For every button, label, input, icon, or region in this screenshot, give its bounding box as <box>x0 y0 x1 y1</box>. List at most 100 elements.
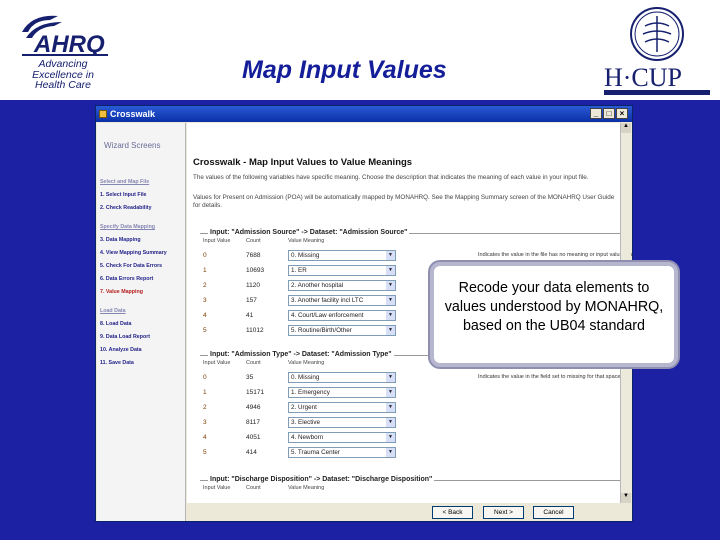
group-hint: Indicates the value in the field set to … <box>478 374 621 380</box>
value-meaning-text: 0. Missing <box>291 252 320 259</box>
callout-text: Recode your data elements to values unde… <box>444 280 664 334</box>
value-meaning-text: 3. Elective <box>291 419 321 426</box>
wizard-step[interactable]: 2. Check Readability <box>100 205 152 211</box>
column-header: Input Value <box>203 238 231 244</box>
window-title: Crosswalk <box>110 109 156 119</box>
value-meaning-text: 1. ER <box>291 267 307 274</box>
wizard-step[interactable]: 10. Analyze Data <box>100 347 142 353</box>
column-header: Value Meaning <box>288 238 325 244</box>
group-title: Input: "Admission Source" -> Dataset: "A… <box>208 229 410 236</box>
content-heading: Crosswalk - Map Input Values to Value Me… <box>193 157 413 168</box>
svg-text:H·CUP: H·CUP <box>604 63 682 92</box>
cancel-button[interactable]: Cancel <box>533 506 574 519</box>
chevron-down-icon[interactable]: ▼ <box>386 418 395 427</box>
value-count: 4051 <box>246 434 261 441</box>
value-meaning-text: 2. Urgent <box>291 404 317 411</box>
scroll-up-icon[interactable]: ▲ <box>621 123 631 133</box>
chevron-down-icon[interactable]: ▼ <box>386 251 395 260</box>
value-count: 157 <box>246 297 257 304</box>
input-value: 3 <box>203 297 207 304</box>
value-meaning-select[interactable]: 3. Elective ▼ <box>288 417 396 428</box>
input-value: 5 <box>203 327 207 334</box>
chevron-down-icon[interactable]: ▼ <box>386 373 395 382</box>
input-value: 4 <box>203 434 207 441</box>
column-header: Value Meaning <box>288 485 325 491</box>
chevron-down-icon[interactable]: ▼ <box>386 281 395 290</box>
next-button[interactable]: Next > <box>483 506 524 519</box>
column-header: Count <box>246 360 261 366</box>
input-value: 1 <box>203 389 207 396</box>
value-meaning-text: 4. Newborn <box>291 434 324 441</box>
value-meaning-select[interactable]: 1. ER ▼ <box>288 265 396 276</box>
wizard-step[interactable]: 3. Data Mapping <box>100 237 141 243</box>
close-button[interactable]: × <box>616 108 628 119</box>
value-meaning-select[interactable]: 4. Newborn ▼ <box>288 432 396 443</box>
svg-text:AHRQ: AHRQ <box>33 31 105 54</box>
value-meaning-text: 2. Another hospital <box>291 282 344 289</box>
wizard-step[interactable]: 1. Select Input File <box>100 192 147 198</box>
value-count: 1120 <box>246 282 260 289</box>
input-value: 0 <box>203 374 207 381</box>
window-icon <box>99 110 107 118</box>
value-meaning-select[interactable]: 5. Routine/Birth/Other ▼ <box>288 325 396 336</box>
value-meaning-select[interactable]: 0. Missing ▼ <box>288 372 396 383</box>
ahrq-tagline: Advancing Excellence in Health Care <box>32 58 94 91</box>
window-titlebar: Crosswalk _ □ × <box>96 106 632 122</box>
input-value: 3 <box>203 419 207 426</box>
value-meaning-select[interactable]: 1. Emergency ▼ <box>288 387 396 398</box>
wizard-footer: < Back Next > Cancel <box>187 503 631 521</box>
slide-header: AHRQ Advancing Excellence in Health Care… <box>0 0 720 100</box>
chevron-down-icon[interactable]: ▼ <box>386 296 395 305</box>
wizard-step[interactable]: 9. Data Load Report <box>100 334 150 340</box>
value-meaning-text: 0. Missing <box>291 374 320 381</box>
value-meaning-select[interactable]: 0. Missing ▼ <box>288 250 396 261</box>
wizard-step[interactable]: 5. Check For Data Errors <box>100 263 162 269</box>
column-header: Input Value <box>203 485 231 491</box>
value-meaning-text: 5. Routine/Birth/Other <box>291 327 352 334</box>
wizard-section-label: Specify Data Mapping <box>100 224 156 230</box>
minimize-button[interactable]: _ <box>590 108 602 119</box>
wizard-section-label: Load Data <box>100 308 126 314</box>
chevron-down-icon[interactable]: ▼ <box>386 403 395 412</box>
ahrq-logo: AHRQ <box>22 15 105 54</box>
value-count: 414 <box>246 449 257 456</box>
value-meaning-select[interactable]: 3. Another facility incl LTC ▼ <box>288 295 396 306</box>
value-meaning-text: 3. Another facility incl LTC <box>291 297 364 304</box>
chevron-down-icon[interactable]: ▼ <box>386 311 395 320</box>
column-header: Count <box>246 485 261 491</box>
wizard-step[interactable]: 7. Value Mapping <box>100 289 143 295</box>
maximize-button[interactable]: □ <box>603 108 615 119</box>
value-count: 15171 <box>246 389 265 396</box>
value-meaning-select[interactable]: 2. Another hospital ▼ <box>288 280 396 291</box>
chevron-down-icon[interactable]: ▼ <box>386 433 395 442</box>
input-value: 5 <box>203 449 207 456</box>
value-count: 11012 <box>246 327 264 334</box>
wizard-step[interactable]: 8. Load Data <box>100 321 132 327</box>
ahrq-divider <box>22 54 108 56</box>
hcup-logo: H·CUP <box>604 7 710 95</box>
chevron-down-icon[interactable]: ▼ <box>386 388 395 397</box>
input-value: 4 <box>203 312 207 319</box>
column-header: Value Meaning <box>288 360 325 366</box>
chevron-down-icon[interactable]: ▼ <box>386 448 395 457</box>
column-header: Count <box>246 238 261 244</box>
wizard-step[interactable]: 11. Save Data <box>100 360 134 366</box>
value-meaning-select[interactable]: 5. Trauma Center ▼ <box>288 447 396 458</box>
group-title: Input: "Discharge Disposition" -> Datase… <box>208 476 435 483</box>
wizard-step[interactable]: 6. Data Errors Report <box>100 276 153 282</box>
value-meaning-text: 1. Emergency <box>291 389 330 396</box>
chevron-down-icon[interactable]: ▼ <box>386 266 395 275</box>
value-meaning-select[interactable]: 2. Urgent ▼ <box>288 402 396 413</box>
value-count: 41 <box>246 312 254 319</box>
chevron-down-icon[interactable]: ▼ <box>386 326 395 335</box>
mapping-group: Input: "Admission Source" -> Dataset: "A… <box>200 229 632 336</box>
instructions-text: The values of the following variables ha… <box>193 174 589 181</box>
value-meaning-select[interactable]: 4. Court/Law enforcement ▼ <box>288 310 396 321</box>
wizard-step[interactable]: 4. View Mapping Summary <box>100 250 167 256</box>
scroll-down-icon[interactable]: ▼ <box>621 493 631 503</box>
input-value: 2 <box>203 404 207 411</box>
value-count: 4946 <box>246 404 261 411</box>
page-title: Map Input Values <box>242 56 447 84</box>
back-button[interactable]: < Back <box>432 506 473 519</box>
value-count: 8117 <box>246 419 260 426</box>
